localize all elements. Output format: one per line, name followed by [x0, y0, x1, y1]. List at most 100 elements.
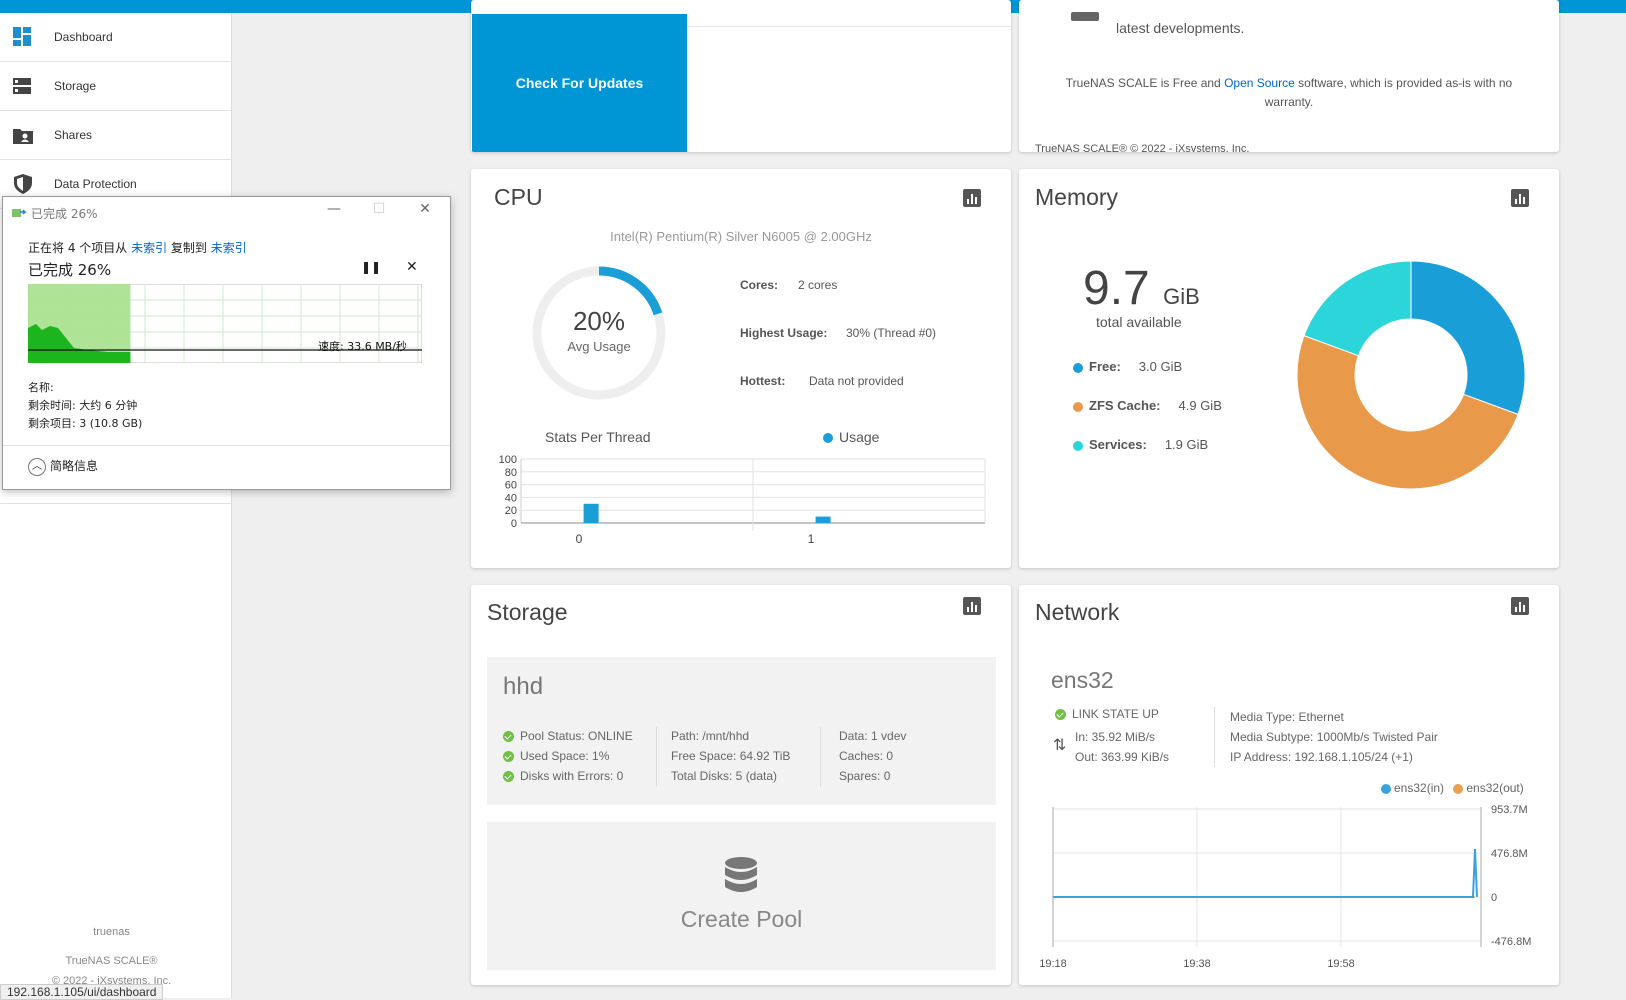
- divider: [687, 26, 1011, 27]
- license-footer: TrueNAS SCALE® © 2022 - iXsystems, Inc.: [1035, 143, 1250, 152]
- net-x-tick: 19:18: [1039, 958, 1067, 970]
- pool-path-column: Path: /mnt/hhd Free Space: 64.92 TiB Tot…: [671, 726, 790, 786]
- disks-with-errors: Disks with Errors: 0: [520, 769, 624, 783]
- sidebar-item-storage[interactable]: Storage: [0, 62, 231, 111]
- network-title: Network: [1035, 599, 1120, 625]
- dashboard-icon: [12, 26, 34, 48]
- minimize-button[interactable]: —: [319, 201, 349, 217]
- memory-donut-chart: [1296, 260, 1526, 490]
- cpu-thread-chart: 0204060801000 1: [499, 454, 986, 546]
- sidebar-product: TrueNAS SCALE®: [65, 955, 158, 967]
- copy-description: 正在将 4 个项目从 未索引 复制到 未索引: [28, 241, 247, 255]
- sidebar: Dashboard Storage Shares Data Protection…: [0, 13, 232, 998]
- cpu-bar: [583, 503, 599, 523]
- media-info: Media Type: Ethernet Media Subtype: 1000…: [1230, 707, 1438, 767]
- cpu-card: CPU Intel(R) Pentium(R) Silver N6005 @ 2…: [471, 169, 1011, 568]
- destination-link[interactable]: 未索引: [211, 241, 247, 255]
- network-reports-icon[interactable]: [1511, 597, 1529, 615]
- sidebar-item-dashboard[interactable]: Dashboard: [0, 13, 231, 62]
- sidebar-divider: [0, 503, 231, 504]
- create-pool-label: Create Pool: [680, 906, 803, 932]
- used-space: Used Space: 1%: [520, 749, 610, 763]
- hottest-label: Hottest:: [740, 374, 786, 388]
- storage-icon: [12, 75, 34, 97]
- cpu-x-tick: 0: [576, 532, 583, 546]
- usage-legend-swatch: [823, 433, 833, 444]
- sidebar-item-shares[interactable]: Shares: [0, 111, 231, 160]
- cores-label: Cores:: [740, 278, 779, 292]
- license-text: TrueNAS SCALE is Free and Open Source so…: [1065, 76, 1513, 109]
- memory-reports-icon[interactable]: [1511, 189, 1529, 207]
- cpu-title: CPU: [494, 184, 543, 210]
- divider: [3, 445, 450, 446]
- pool-hhd-panel[interactable]: hhd Pool Status: ONLINE Used Space: 1% D…: [487, 657, 996, 805]
- media-type: Media Type: Ethernet: [1230, 710, 1344, 724]
- net-y-tick: 0: [1491, 892, 1497, 904]
- network-card: Network ens32 LINK STATE UP ⇅ In: 35.92 …: [1019, 585, 1559, 985]
- pause-button[interactable]: ❚❚: [361, 260, 381, 274]
- transfer-speed: 速度: 33.6 MB/秒: [318, 340, 407, 353]
- cpu-reports-icon[interactable]: [963, 189, 981, 207]
- cpu-x-tick: 1: [808, 532, 815, 546]
- database-icon: [725, 857, 757, 892]
- traffic-arrows-icon: ⇅: [1053, 737, 1067, 754]
- maximize-button[interactable]: ☐: [364, 201, 394, 217]
- dialog-title: 已完成 26%: [31, 207, 98, 221]
- fewer-details-toggle[interactable]: ︿ 简略信息: [28, 457, 98, 476]
- pool-status-column: Pool Status: ONLINE Used Space: 1% Disks…: [503, 726, 633, 786]
- check-icon: [1055, 709, 1066, 721]
- pool-path: Path: /mnt/hhd: [671, 729, 750, 743]
- free-space: Free Space: 64.92 TiB: [671, 749, 791, 763]
- memory-total-value: 9.7: [1083, 262, 1150, 315]
- check-icon: [503, 731, 514, 743]
- network-legend: ens32(in) ens32(out): [1381, 781, 1524, 795]
- net-y-tick: 953.7M: [1491, 804, 1528, 816]
- close-button[interactable]: ✕: [410, 201, 440, 217]
- network-traffic-chart: 953.7M 476.8M 0 -476.8M 19:18 19:38 19:58: [1039, 804, 1531, 970]
- total-disks: Total Disks: 5 (data): [671, 769, 778, 783]
- news-text: latest developments.: [1116, 20, 1245, 36]
- divider: [656, 727, 657, 787]
- pool-vdev-column: Data: 1 vdev Caches: 0 Spares: 0: [839, 726, 906, 786]
- cpu-y-tick: 80: [505, 467, 517, 479]
- storage-reports-icon[interactable]: [963, 597, 981, 615]
- net-y-tick: 476.8M: [1491, 848, 1528, 860]
- cancel-copy-button[interactable]: ✕: [406, 259, 418, 275]
- check-icon: [503, 751, 514, 763]
- file-name-label: 名称:: [28, 381, 54, 394]
- cpu-y-tick: 100: [499, 454, 517, 466]
- memory-total-unit: GiB: [1163, 284, 1200, 309]
- cpu-y-tick: 20: [505, 505, 517, 517]
- traffic-rates: In: 35.92 MiB/s Out: 363.99 KiB/s: [1075, 727, 1169, 767]
- net-in-line: [1053, 848, 1478, 898]
- net-y-tick: -476.8M: [1491, 936, 1531, 948]
- shield-icon: [12, 173, 34, 195]
- time-remaining: 剩余时间: 大约 6 分钟: [28, 399, 138, 412]
- create-pool-panel[interactable]: Create Pool: [487, 822, 996, 970]
- copy-icon: [12, 209, 27, 217]
- license-card: latest developments. TrueNAS SCALE is Fr…: [1019, 0, 1559, 152]
- data-vdev: Data: 1 vdev: [839, 729, 907, 743]
- cpu-avg-label: Avg Usage: [567, 339, 631, 354]
- check-updates-button[interactable]: Check For Updates: [472, 14, 687, 152]
- open-source-link[interactable]: Open Source: [1224, 76, 1295, 90]
- pool-name: hhd: [503, 673, 544, 700]
- usage-legend: Usage: [823, 429, 879, 445]
- sidebar-item-label: Data Protection: [54, 177, 137, 191]
- hottest-value: Data not provided: [809, 374, 904, 388]
- cpu-y-tick: 60: [505, 480, 517, 492]
- link-state: LINK STATE UP: [1055, 707, 1159, 721]
- sidebar-hostname: truenas: [93, 926, 130, 938]
- divider: [1214, 707, 1215, 767]
- ip-address: IP Address: 192.168.1.105/24 (+1): [1230, 750, 1413, 764]
- pool-status: Pool Status: ONLINE: [520, 729, 633, 743]
- source-link[interactable]: 未索引: [131, 241, 167, 255]
- traffic-in: In: 35.92 MiB/s: [1075, 730, 1156, 744]
- memory-title: Memory: [1035, 184, 1119, 210]
- net-x-tick: 19:38: [1183, 958, 1211, 970]
- legend-in: ens32(in): [1394, 781, 1445, 795]
- spares: Spares: 0: [839, 769, 891, 783]
- memory-total-label: total available: [1096, 314, 1182, 330]
- storage-card: Storage hhd Pool Status: ONLINE Used Spa…: [471, 585, 1011, 985]
- memory-legend-services: Services: 1.9 GiB: [1073, 437, 1208, 452]
